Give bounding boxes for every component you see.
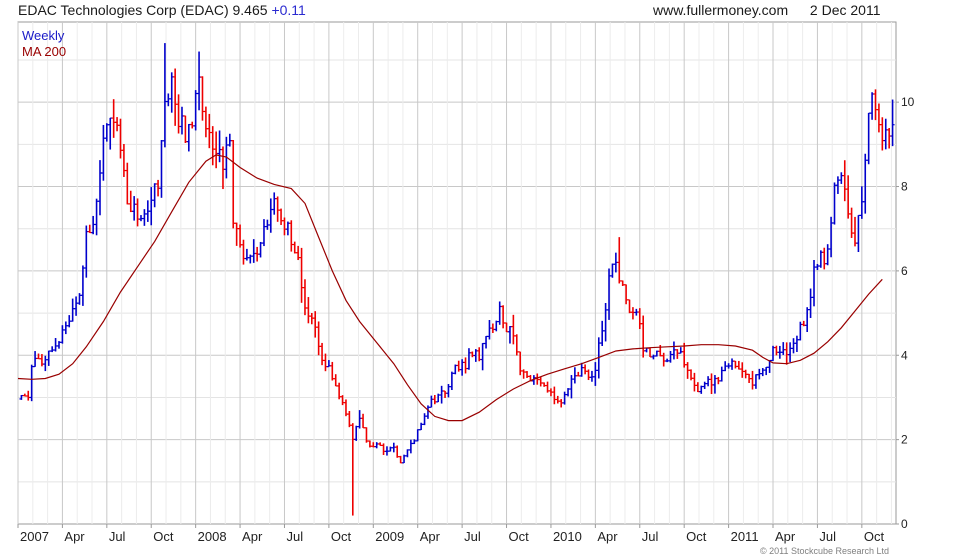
x-tick-label: Oct	[509, 529, 530, 544]
legend-ma200: MA 200	[22, 44, 66, 59]
x-tick-label: Oct	[686, 529, 707, 544]
x-tick-label: Oct	[864, 529, 885, 544]
y-tick-label: 10	[901, 95, 915, 109]
x-tick-label: 2008	[198, 529, 227, 544]
x-tick-label: 2009	[375, 529, 404, 544]
x-tick-label: Jul	[819, 529, 836, 544]
chart-plot-svg: 0 2 4 6 8 10 2007 Apr Jul Oct 2008 Apr Jul Oct 2009 Apr…	[17, 21, 915, 544]
x-tick-label: Oct	[331, 529, 352, 544]
x-tick-label: Apr	[420, 529, 441, 544]
x-tick-label: Jul	[286, 529, 303, 544]
x-tick-label: Apr	[242, 529, 263, 544]
y-tick-label: 8	[901, 180, 908, 194]
y-tick-label: 2	[901, 433, 908, 447]
legend: WeeklyMA 200	[22, 28, 66, 59]
x-tick-label: Oct	[153, 529, 174, 544]
x-tick-label: 2010	[553, 529, 582, 544]
x-tick-label: Apr	[775, 529, 796, 544]
x-tick-label: Jul	[642, 529, 659, 544]
x-tick-label: Jul	[109, 529, 126, 544]
x-tick-label: 2007	[20, 529, 49, 544]
x-tick-label: Apr	[64, 529, 85, 544]
x-tick-label: 2011	[731, 529, 759, 544]
copyright-notice: © 2011 Stockcube Research Ltd	[760, 546, 890, 556]
legend-weekly: Weekly	[22, 28, 65, 43]
stock-chart: EDAC Technologies Corp (EDAC) 9.465 +0.1…	[0, 0, 980, 560]
plot-frame	[17, 21, 897, 525]
y-tick-label: 0	[901, 517, 908, 531]
y-tick-label: 6	[901, 264, 908, 278]
x-tick-label: Jul	[464, 529, 481, 544]
x-tick-label: Apr	[597, 529, 618, 544]
y-tick-label: 4	[901, 348, 908, 362]
